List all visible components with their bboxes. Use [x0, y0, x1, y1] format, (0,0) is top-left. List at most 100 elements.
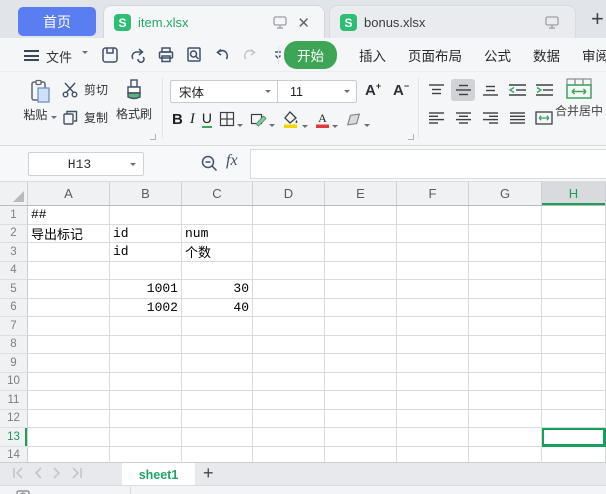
- align-left-button[interactable]: [424, 107, 448, 129]
- cell-C3[interactable]: 个数: [182, 243, 253, 262]
- borders-button[interactable]: [219, 111, 243, 127]
- sheet-tab-sheet1[interactable]: sheet1: [122, 463, 195, 486]
- cell-F13[interactable]: [397, 428, 469, 447]
- cell-H11[interactable]: [542, 391, 606, 410]
- row-header-10[interactable]: 10: [0, 373, 28, 392]
- last-sheet-button[interactable]: [71, 466, 83, 480]
- next-sheet-button[interactable]: [52, 466, 62, 480]
- cell-B2[interactable]: id: [110, 225, 182, 244]
- formula-input[interactable]: [250, 149, 606, 179]
- home-button[interactable]: 首页: [18, 7, 96, 36]
- justify-button[interactable]: [505, 107, 529, 129]
- cell-G13[interactable]: [469, 428, 542, 447]
- align-middle-button[interactable]: [451, 79, 475, 101]
- cell-B4[interactable]: [110, 262, 182, 281]
- cell-E5[interactable]: [325, 280, 397, 299]
- cell-D3[interactable]: [253, 243, 325, 262]
- cell-C11[interactable]: [182, 391, 253, 410]
- row-header-13[interactable]: 13: [0, 428, 28, 447]
- group-expander-icon[interactable]: [150, 134, 156, 140]
- cell-B3[interactable]: id: [110, 243, 182, 262]
- cell-C12[interactable]: [182, 410, 253, 429]
- cell-C6[interactable]: 40: [182, 299, 253, 318]
- hamburger-menu-icon[interactable]: [24, 50, 39, 61]
- zoom-out-magnifier-icon[interactable]: [200, 154, 219, 173]
- ribbon-tab-4[interactable]: 数据: [533, 45, 560, 65]
- cell-A4[interactable]: [28, 262, 110, 281]
- file-tab-item[interactable]: S item.xlsx ✕: [103, 5, 325, 39]
- col-header-G[interactable]: G: [469, 182, 542, 205]
- cell-F11[interactable]: [397, 391, 469, 410]
- decrease-font-button[interactable]: A−: [393, 81, 409, 99]
- cell-B10[interactable]: [110, 373, 182, 392]
- font-size-select[interactable]: 11: [278, 85, 340, 99]
- cell-B5[interactable]: 1001: [110, 280, 182, 299]
- cell-B8[interactable]: [110, 336, 182, 355]
- cell-F5[interactable]: [397, 280, 469, 299]
- cell-H10[interactable]: [542, 373, 606, 392]
- font-name-caret-icon[interactable]: [265, 90, 271, 93]
- cell-D6[interactable]: [253, 299, 325, 318]
- cell-G11[interactable]: [469, 391, 542, 410]
- first-sheet-button[interactable]: [12, 466, 24, 480]
- cell-H14[interactable]: [542, 447, 606, 463]
- cell-C7[interactable]: [182, 317, 253, 336]
- cell-H8[interactable]: [542, 336, 606, 355]
- cell-H2[interactable]: [542, 225, 606, 244]
- cell-G3[interactable]: [469, 243, 542, 262]
- cell-B14[interactable]: [110, 447, 182, 463]
- paste-button[interactable]: 粘贴: [22, 79, 58, 124]
- cell-A1[interactable]: ##: [28, 206, 110, 225]
- cell-G12[interactable]: [469, 410, 542, 429]
- align-right-button[interactable]: [478, 107, 502, 129]
- row-header-4[interactable]: 4: [0, 262, 28, 281]
- cell-E4[interactable]: [325, 262, 397, 281]
- bold-button[interactable]: B: [172, 111, 183, 128]
- cell-C13[interactable]: [182, 428, 253, 447]
- col-header-B[interactable]: B: [110, 182, 182, 205]
- cell-F7[interactable]: [397, 317, 469, 336]
- print-button[interactable]: [156, 45, 176, 65]
- cell-E8[interactable]: [325, 336, 397, 355]
- save-button[interactable]: [100, 45, 120, 65]
- cell-E7[interactable]: [325, 317, 397, 336]
- cell-A6[interactable]: [28, 299, 110, 318]
- col-header-C[interactable]: C: [182, 182, 253, 205]
- cell-E3[interactable]: [325, 243, 397, 262]
- file-menu-caret-icon[interactable]: [82, 51, 88, 54]
- cell-E11[interactable]: [325, 391, 397, 410]
- align-bottom-button[interactable]: [478, 79, 502, 101]
- row-header-12[interactable]: 12: [0, 410, 28, 429]
- cell-B13[interactable]: [110, 428, 182, 447]
- format-painter-button[interactable]: 格式刷: [110, 78, 158, 123]
- cell-G10[interactable]: [469, 373, 542, 392]
- cell-B9[interactable]: [110, 354, 182, 373]
- cell-H7[interactable]: [542, 317, 606, 336]
- undo-button[interactable]: [212, 45, 232, 65]
- col-header-F[interactable]: F: [397, 182, 469, 205]
- select-all-corner[interactable]: [0, 182, 28, 205]
- align-top-button[interactable]: [424, 79, 448, 101]
- cell-A3[interactable]: [28, 243, 110, 262]
- export-button[interactable]: [128, 45, 148, 65]
- cell-D4[interactable]: [253, 262, 325, 281]
- cell-F3[interactable]: [397, 243, 469, 262]
- cell-A11[interactable]: [28, 391, 110, 410]
- add-sheet-button[interactable]: +: [203, 463, 214, 484]
- cell-G9[interactable]: [469, 354, 542, 373]
- row-header-2[interactable]: 2: [0, 225, 28, 244]
- cell-A2[interactable]: 导出标记: [28, 225, 110, 244]
- close-tab-icon[interactable]: ✕: [293, 14, 314, 32]
- cell-D2[interactable]: [253, 225, 325, 244]
- cell-B1[interactable]: [110, 206, 182, 225]
- cell-C2[interactable]: num: [182, 225, 253, 244]
- redo-button[interactable]: [240, 45, 260, 65]
- col-header-H[interactable]: H: [542, 182, 606, 205]
- row-header-6[interactable]: 6: [0, 299, 28, 318]
- new-tab-button[interactable]: +: [591, 6, 604, 32]
- cell-H9[interactable]: [542, 354, 606, 373]
- ribbon-tab-0[interactable]: 开始: [284, 41, 337, 69]
- cell-C9[interactable]: [182, 354, 253, 373]
- cell-A12[interactable]: [28, 410, 110, 429]
- cell-C14[interactable]: [182, 447, 253, 463]
